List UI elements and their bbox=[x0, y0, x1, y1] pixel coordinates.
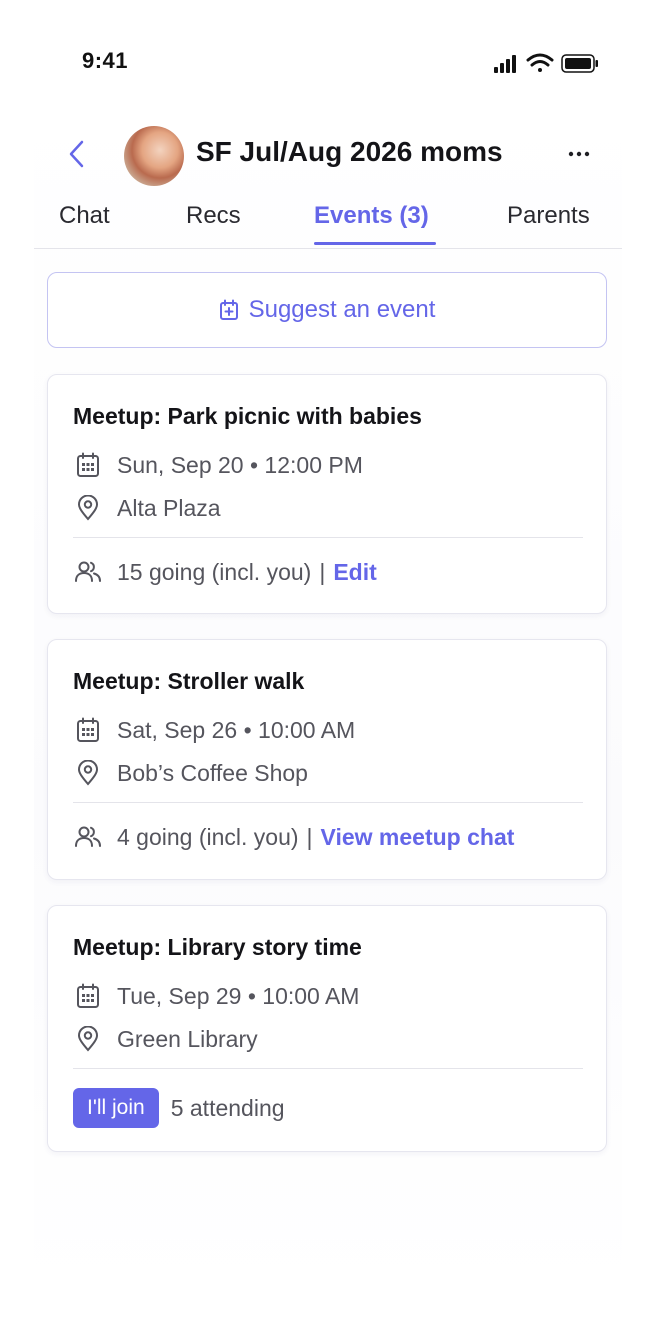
calendar-add-icon bbox=[219, 299, 238, 320]
group-avatar[interactable] bbox=[124, 126, 184, 186]
active-tab-indicator bbox=[314, 242, 436, 245]
group-tabs: Chat Recs Events (3) Parents bbox=[34, 198, 622, 249]
tab-parents[interactable]: Parents bbox=[507, 202, 590, 230]
location-pin-icon bbox=[73, 758, 103, 788]
separator: | bbox=[319, 558, 326, 585]
event-location: Alta Plaza bbox=[117, 494, 221, 521]
suggest-event-button[interactable]: Suggest an event bbox=[47, 272, 607, 348]
event-attendance: 5 attending bbox=[170, 1094, 285, 1121]
calendar-icon bbox=[73, 450, 103, 480]
event-datetime: Sun, Sep 20 • 12:00 PM bbox=[117, 451, 363, 478]
status-bar: 9:41 bbox=[0, 0, 656, 100]
group-title: SF Jul/Aug 2026 moms bbox=[196, 136, 503, 167]
view-meetup-chat-link[interactable]: View meetup chat bbox=[321, 824, 515, 851]
people-icon bbox=[73, 822, 103, 852]
event-location: Bob’s Coffee Shop bbox=[117, 759, 308, 786]
card-divider bbox=[73, 537, 583, 538]
edit-event-link[interactable]: Edit bbox=[333, 559, 376, 586]
separator: | bbox=[306, 823, 313, 850]
group-header: SF Jul/Aug 2026 moms bbox=[34, 120, 622, 196]
card-divider bbox=[73, 802, 583, 803]
event-card[interactable]: Meetup: Stroller walk Sat, Sep 26 • 10:0… bbox=[47, 639, 607, 880]
wifi-icon bbox=[526, 53, 554, 72]
calendar-icon bbox=[73, 715, 103, 745]
event-card[interactable]: Meetup: Library story time Tue, Sep 29 •… bbox=[47, 905, 607, 1152]
event-title: Meetup: Park picnic with babies bbox=[73, 403, 422, 429]
event-datetime-row: Sun, Sep 20 • 12:00 PM bbox=[73, 450, 363, 480]
event-card[interactable]: Meetup: Park picnic with babies Sun, Sep… bbox=[47, 374, 607, 614]
event-title: Meetup: Stroller walk bbox=[73, 668, 305, 694]
back-chevron-icon[interactable] bbox=[62, 134, 92, 174]
join-event-button[interactable]: I'll join bbox=[73, 1088, 159, 1128]
event-datetime: Tue, Sep 29 • 10:00 AM bbox=[117, 982, 360, 1009]
location-pin-icon bbox=[73, 1024, 103, 1054]
event-attendance-row: 4 going (incl. you) | View meetup chat bbox=[73, 820, 514, 854]
event-location-row: Green Library bbox=[73, 1024, 258, 1054]
status-icons bbox=[494, 53, 598, 73]
location-pin-icon bbox=[73, 493, 103, 523]
battery-icon bbox=[561, 54, 598, 73]
cellular-signal-icon bbox=[494, 55, 516, 73]
event-location-row: Alta Plaza bbox=[73, 493, 221, 523]
event-attendance-row: 15 going (incl. you) | Edit bbox=[73, 555, 377, 589]
event-location: Green Library bbox=[117, 1025, 258, 1052]
tab-chat[interactable]: Chat bbox=[59, 202, 110, 230]
status-time: 9:41 bbox=[82, 48, 129, 73]
more-options-icon[interactable] bbox=[564, 142, 594, 166]
tab-recs[interactable]: Recs bbox=[186, 202, 241, 230]
event-datetime-row: Tue, Sep 29 • 10:00 AM bbox=[73, 981, 359, 1011]
event-attendance: 15 going (incl. you) bbox=[117, 558, 312, 585]
event-attendance-row: I'll join 5 attending bbox=[73, 1087, 285, 1129]
event-datetime-row: Sat, Sep 26 • 10:00 AM bbox=[73, 715, 355, 745]
card-divider bbox=[73, 1068, 583, 1069]
event-datetime: Sat, Sep 26 • 10:00 AM bbox=[117, 716, 356, 743]
calendar-icon bbox=[73, 981, 103, 1011]
event-location-row: Bob’s Coffee Shop bbox=[73, 758, 308, 788]
suggest-event-label: Suggest an event bbox=[248, 296, 436, 323]
people-icon bbox=[73, 557, 103, 587]
event-title: Meetup: Library story time bbox=[73, 934, 362, 960]
tab-events[interactable]: Events (3) bbox=[314, 202, 429, 230]
event-attendance: 4 going (incl. you) bbox=[117, 823, 299, 850]
